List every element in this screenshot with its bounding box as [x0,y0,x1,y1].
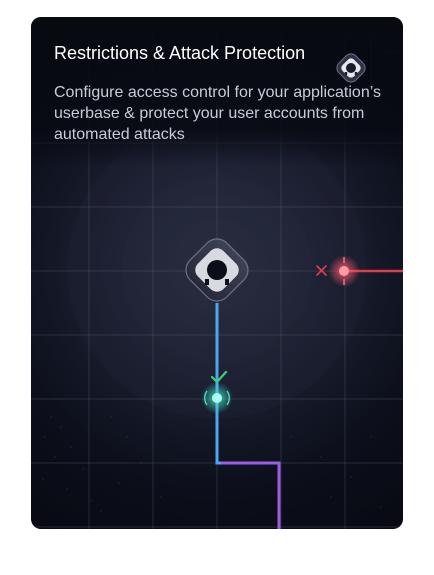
card-description: Configure access control for your applic… [54,84,381,143]
auth0-shield-icon [336,53,366,83]
card-title: Restrictions & Attack Protection [54,43,306,63]
feature-card[interactable]: Restrictions & Attack Protection Configu… [31,17,403,529]
checkpoint-node [201,382,233,414]
